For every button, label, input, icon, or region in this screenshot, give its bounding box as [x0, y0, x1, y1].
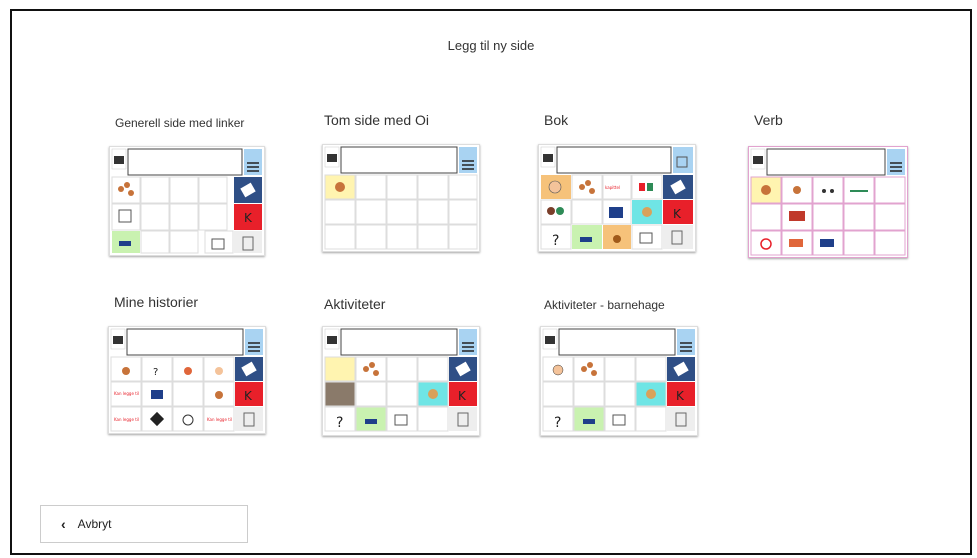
svg-text:Kan legge til: Kan legge til: [114, 417, 139, 422]
template-thumbnail: [748, 146, 908, 258]
svg-text:?: ?: [153, 367, 158, 378]
svg-text:?: ?: [554, 415, 561, 431]
svg-text:?: ?: [336, 415, 343, 431]
template-thumbnail: K ?: [540, 326, 698, 436]
chevron-left-icon: ‹: [61, 516, 66, 532]
svg-text:?: ?: [552, 233, 559, 249]
template-verb[interactable]: Verb: [748, 112, 914, 272]
template-bok[interactable]: Bok kapittel K ?: [538, 112, 704, 262]
svg-text:K: K: [458, 389, 467, 403]
template-thumbnail: K ? Kan legge til Kan legge til Kan legg…: [108, 326, 266, 434]
svg-text:Kan legge til: Kan legge til: [207, 417, 232, 422]
template-aktiviteter[interactable]: Aktiviteter K ?: [322, 296, 484, 446]
template-name: Bok: [544, 112, 569, 128]
svg-text:K: K: [244, 211, 253, 225]
svg-text:Kan legge til: Kan legge til: [114, 391, 139, 396]
template-thumbnail: K ?: [322, 326, 480, 436]
cancel-button[interactable]: ‹ Avbryt: [40, 505, 248, 543]
svg-text:K: K: [244, 389, 253, 403]
template-name: Tom side med Oi: [324, 112, 430, 128]
template-tom-side-med-oi[interactable]: Tom side med Oi: [322, 112, 484, 262]
dialog-frame: Legg til ny side Generell side med linke…: [10, 9, 972, 555]
page-title: Legg til ny side: [447, 38, 535, 53]
svg-text:kapittel: kapittel: [605, 185, 620, 190]
template-name: Verb: [754, 112, 783, 128]
template-mine-historier[interactable]: Mine historier K ? Kan legge til Kan leg…: [108, 294, 274, 444]
template-name: Aktiviteter: [324, 296, 386, 312]
template-name: Generell side med linker: [115, 116, 245, 130]
cancel-label: Avbryt: [77, 517, 112, 531]
svg-text:K: K: [676, 389, 685, 403]
template-thumbnail: K: [109, 146, 265, 256]
svg-text:K: K: [673, 207, 682, 221]
template-thumbnail: kapittel K ?: [538, 144, 696, 252]
template-name: Mine historier: [114, 294, 199, 310]
template-generell-side[interactable]: Generell side med linker K: [109, 116, 275, 266]
template-thumbnail: [322, 144, 480, 252]
template-name: Aktiviteter - barnehage: [544, 298, 665, 312]
template-aktiviteter-barnehage[interactable]: Aktiviteter - barnehage K ?: [540, 298, 724, 448]
